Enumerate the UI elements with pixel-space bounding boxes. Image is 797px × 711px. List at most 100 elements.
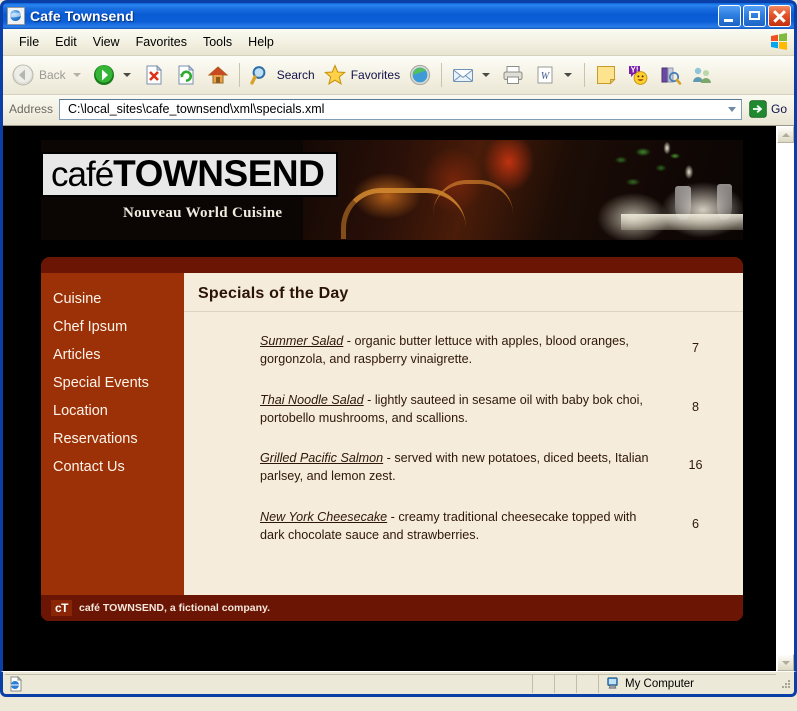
photo-glass-shape-1	[675, 186, 691, 220]
ie-page-icon	[10, 675, 23, 691]
menu-bar: File Edit View Favorites Tools Help	[3, 29, 794, 56]
refresh-button[interactable]	[170, 58, 202, 92]
sidebar-item-special-events[interactable]: Special Events	[41, 369, 184, 397]
back-arrow-icon	[12, 64, 34, 86]
site-tagline: Nouveau World Cuisine	[123, 205, 283, 221]
site-navigation: Cuisine Chef Ipsum Articles Special Even…	[41, 273, 184, 595]
menu-favorites[interactable]: Favorites	[128, 33, 195, 51]
mail-button[interactable]	[447, 58, 497, 92]
sidebar-item-reservations[interactable]: Reservations	[41, 425, 184, 453]
toolbar-separator	[584, 63, 586, 87]
menu-file[interactable]: File	[11, 33, 47, 51]
special-price: 7	[691, 341, 699, 355]
ct-logo-badge: cT	[51, 600, 72, 616]
edit-word-icon: W	[537, 66, 553, 84]
ie-document-icon	[7, 7, 25, 25]
go-arrow-icon	[749, 100, 767, 118]
restaurant-photo	[303, 140, 743, 240]
print-button[interactable]	[497, 58, 529, 92]
site-logo: caféTOWNSEND	[41, 152, 339, 197]
special-price: 16	[688, 458, 703, 472]
menu-tools[interactable]: Tools	[195, 33, 240, 51]
special-description: New York Cheesecake - creamy traditional…	[196, 508, 660, 545]
special-price: 6	[691, 516, 699, 531]
favorites-star-icon	[323, 64, 346, 85]
messenger-icon: Y!	[629, 66, 648, 85]
sidebar-item-location[interactable]: Location	[41, 397, 184, 425]
media-icon	[409, 64, 431, 86]
sidebar-item-articles[interactable]: Articles	[41, 341, 184, 369]
media-button[interactable]	[404, 58, 436, 92]
stop-icon	[146, 64, 162, 85]
site-banner: caféTOWNSEND Nouveau World Cuisine	[41, 140, 743, 240]
security-zone-label: My Computer	[625, 677, 695, 690]
special-description: Grilled Pacific Salmon - served with new…	[196, 449, 660, 486]
card-body: Cuisine Chef Ipsum Articles Special Even…	[41, 273, 743, 595]
minimize-button[interactable]	[718, 5, 741, 27]
forward-arrow-icon	[93, 65, 114, 85]
special-item: Summer Salad - organic butter lettuce wi…	[196, 332, 731, 369]
edit-word-button[interactable]: W	[529, 58, 579, 92]
go-button[interactable]: Go	[742, 99, 791, 119]
special-name: Grilled Pacific Salmon	[260, 451, 384, 465]
toolbar-separator	[238, 63, 240, 87]
forward-button[interactable]	[88, 58, 138, 92]
status-pane-3	[576, 673, 598, 693]
site-footer: cT café TOWNSEND, a fictional company.	[41, 595, 743, 621]
people-button[interactable]	[686, 58, 718, 92]
mail-icon	[453, 69, 474, 82]
vertical-scrollbar[interactable]	[776, 126, 794, 671]
menu-view[interactable]: View	[85, 33, 128, 51]
title-bar: Cafe Townsend	[0, 0, 797, 29]
page-viewport: caféTOWNSEND Nouveau World Cuisine Cuisi…	[0, 126, 797, 671]
browser-chrome: File Edit View Favorites Tools Help Back…	[0, 29, 797, 126]
research-icon	[661, 67, 682, 85]
site-container: caféTOWNSEND Nouveau World Cuisine Cuisi…	[3, 126, 776, 621]
special-name: Summer Salad	[260, 334, 344, 348]
security-zone-pane[interactable]: My Computer	[598, 673, 776, 693]
special-description: Summer Salad - organic butter lettuce wi…	[196, 332, 660, 369]
menu-edit[interactable]: Edit	[47, 33, 85, 51]
people-icon	[693, 67, 712, 83]
scroll-up-icon[interactable]	[777, 126, 794, 143]
sidebar-item-contact-us[interactable]: Contact Us	[41, 453, 184, 481]
scroll-down-icon[interactable]	[777, 654, 794, 671]
back-button[interactable]: Back	[7, 58, 88, 92]
sidebar-item-chef-ipsum[interactable]: Chef Ipsum	[41, 313, 184, 341]
home-button[interactable]	[202, 58, 234, 92]
menu-help[interactable]: Help	[240, 33, 282, 51]
mail-dropdown-icon[interactable]	[482, 73, 491, 77]
address-value[interactable]: C:\local_sites\cafe_townsend\xml\special…	[60, 102, 724, 116]
logo-cafe-word: café	[51, 155, 114, 194]
search-button[interactable]: Search	[245, 58, 319, 92]
special-item: Grilled Pacific Salmon - served with new…	[196, 449, 731, 486]
close-button[interactable]	[768, 5, 791, 27]
back-dropdown-icon[interactable]	[72, 73, 81, 77]
special-name: New York Cheesecake	[260, 509, 388, 524]
scrollbar-track[interactable]	[777, 143, 794, 654]
special-price: 8	[691, 399, 699, 414]
maximize-button[interactable]	[743, 5, 766, 27]
stop-button[interactable]	[138, 58, 170, 92]
forward-dropdown-icon[interactable]	[122, 73, 131, 77]
special-name: Thai Noodle Salad	[260, 392, 364, 407]
notes-button[interactable]	[590, 58, 622, 92]
page-title: Specials of the Day	[184, 273, 743, 312]
resize-grip[interactable]	[778, 676, 792, 690]
sidebar-item-cuisine[interactable]: Cuisine	[41, 285, 184, 313]
edit-dropdown-icon[interactable]	[564, 73, 573, 77]
messenger-button[interactable]: Y!	[622, 58, 654, 92]
window-title: Cafe Townsend	[30, 8, 134, 24]
special-item: New York Cheesecake - creamy traditional…	[196, 508, 731, 545]
toolbar-separator	[441, 63, 443, 87]
address-bar: Address C:\local_sites\cafe_townsend\xml…	[3, 95, 794, 126]
go-label: Go	[770, 102, 787, 116]
favorites-button[interactable]: Favorites	[319, 58, 404, 92]
special-item: Thai Noodle Salad - lightly sauteed in s…	[196, 391, 731, 428]
content-panel: Specials of the Day Summer Salad - organ…	[184, 273, 743, 595]
print-icon	[503, 66, 523, 84]
address-dropdown-icon[interactable]	[724, 100, 741, 119]
status-message-pane	[5, 673, 532, 693]
address-input[interactable]: C:\local_sites\cafe_townsend\xml\special…	[59, 98, 742, 120]
research-button[interactable]	[654, 58, 686, 92]
